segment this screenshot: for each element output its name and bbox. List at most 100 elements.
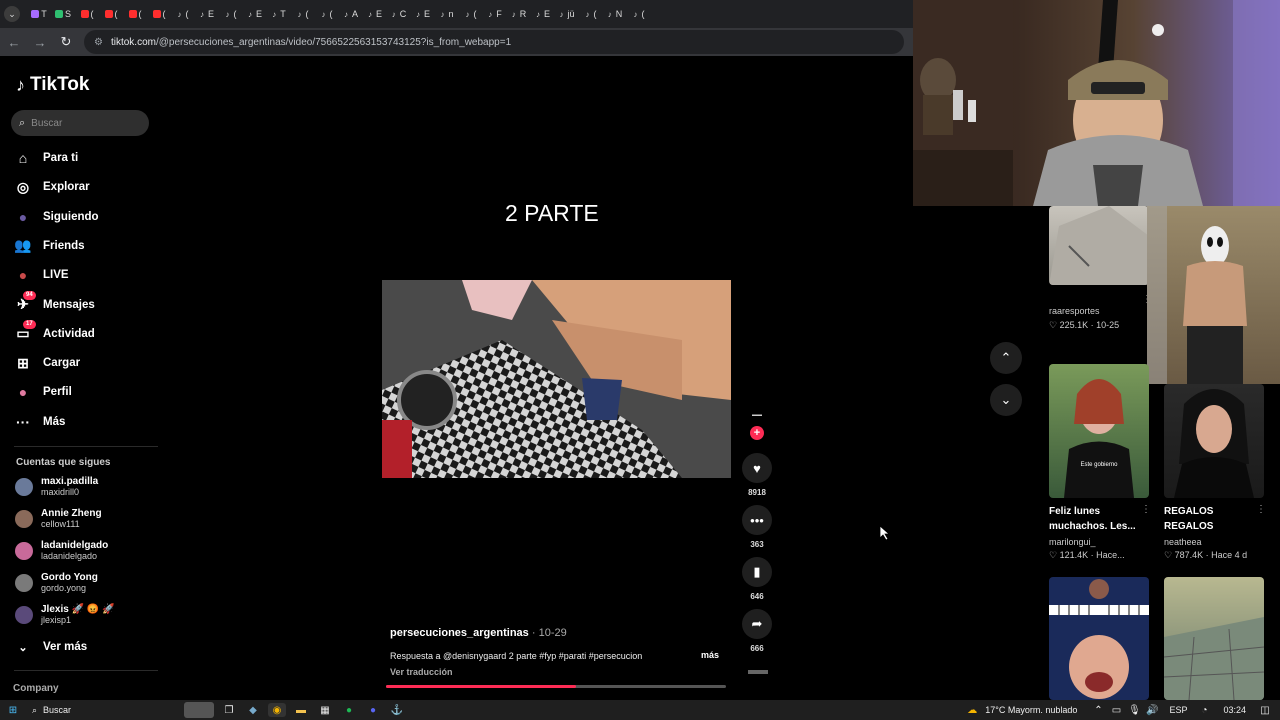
- browser-tab[interactable]: ♪ C: [388, 5, 410, 23]
- translate-link[interactable]: Ver traducción: [390, 667, 453, 677]
- sidebar-item-cargar[interactable]: ⊞ Cargar: [15, 352, 80, 374]
- widget-icon[interactable]: [184, 702, 214, 718]
- address-bar[interactable]: ⚙ tiktok.com /@persecuciones_argentinas/…: [84, 30, 904, 54]
- site-info-icon[interactable]: ⚙: [94, 37, 103, 48]
- share-action[interactable]: ➦ 666: [741, 609, 773, 653]
- recommendation-thumb[interactable]: [1147, 206, 1280, 384]
- browser-tab[interactable]: ♪(: [628, 5, 650, 23]
- tab-menu-button[interactable]: ⌄: [4, 6, 20, 22]
- chevron-up-icon[interactable]: ⌃: [1089, 703, 1107, 717]
- kebab-icon[interactable]: ⋮: [1256, 504, 1266, 515]
- sidebar-item-friends[interactable]: 👥 Friends: [14, 235, 84, 257]
- reload-icon[interactable]: ↻: [54, 30, 78, 54]
- comment-action[interactable]: ••• 363: [741, 505, 773, 549]
- see-more-button[interactable]: ⌄ Ver más: [15, 636, 87, 658]
- browser-tab[interactable]: ♪ R: [508, 5, 530, 23]
- browser-tab[interactable]: ♪(: [460, 5, 482, 23]
- music-disc-icon[interactable]: [748, 670, 768, 674]
- forward-icon[interactable]: →: [28, 30, 52, 54]
- browser-tab[interactable]: ♪(: [172, 5, 194, 23]
- weather-text[interactable]: 17°C Mayorm. nublado: [985, 705, 1077, 715]
- taskbar-search[interactable]: ⌕ Buscar: [32, 705, 152, 716]
- recommendation-thumb[interactable]: [1164, 577, 1264, 700]
- sidebar-item-live[interactable]: ● LIVE: [15, 264, 69, 286]
- network-icon[interactable]: ▭: [1107, 703, 1125, 717]
- sidebar-item-actividad[interactable]: ▭ 17 Actividad: [15, 319, 95, 345]
- recommendation-thumb[interactable]: Este gobierno: [1049, 364, 1149, 498]
- notifications-icon[interactable]: ◫: [1256, 703, 1274, 717]
- app-icon[interactable]: ⚓: [388, 703, 406, 717]
- heart-icon[interactable]: ♥: [742, 453, 772, 483]
- following-account[interactable]: Annie Zheng cellow111: [15, 508, 102, 529]
- browser-tab[interactable]: ♪ n: [436, 5, 458, 23]
- spotify-icon[interactable]: ●: [340, 703, 358, 717]
- sidebar-item-explorar[interactable]: ◎ Explorar: [15, 176, 90, 198]
- chrome-icon[interactable]: ◉: [268, 703, 286, 717]
- browser-tab[interactable]: ♪ E: [244, 5, 266, 23]
- recommendation-thumb[interactable]: [1049, 577, 1149, 700]
- video-progress-bar[interactable]: [386, 685, 726, 688]
- following-account[interactable]: maxi.padilla maxidrill0: [15, 476, 98, 497]
- volume-icon[interactable]: 🔊: [1143, 703, 1161, 717]
- browser-tab[interactable]: ♪(: [316, 5, 338, 23]
- language-indicator[interactable]: ESP: [1169, 705, 1187, 715]
- rec-user[interactable]: neatheea: [1164, 537, 1202, 547]
- browser-tab[interactable]: (: [76, 5, 98, 23]
- browser-tab[interactable]: ♪ E: [196, 5, 218, 23]
- video-player[interactable]: [382, 280, 731, 478]
- browser-tab[interactable]: ♪ E: [412, 5, 434, 23]
- browser-tab[interactable]: ♪(: [292, 5, 314, 23]
- browser-tab[interactable]: ♪ E: [532, 5, 554, 23]
- sidebar-item-siguiendo[interactable]: ● Siguiendo: [15, 206, 99, 228]
- sidebar-item-m-s[interactable]: ··· Más: [15, 411, 65, 433]
- next-video-button[interactable]: ⌄: [990, 384, 1022, 416]
- discord-icon[interactable]: ●: [364, 703, 382, 717]
- tiktok-logo[interactable]: ♪ TikTok: [16, 74, 89, 96]
- following-account[interactable]: ladanidelgado ladanidelgado: [15, 540, 108, 561]
- save-action[interactable]: ▮ 646: [741, 557, 773, 601]
- sidebar-item-perfil[interactable]: ● Perfil: [15, 381, 72, 403]
- browser-tab[interactable]: ♪ jü: [556, 5, 578, 23]
- browser-tab[interactable]: ♪ A: [340, 5, 362, 23]
- sidebar-item-mensajes[interactable]: ✈ 94 Mensajes: [15, 290, 95, 316]
- rec-title[interactable]: Feliz lunes muchachos. Les...: [1049, 504, 1149, 534]
- rec-user[interactable]: raaresportes: [1049, 306, 1100, 316]
- bookmark-icon[interactable]: ▮: [742, 557, 772, 587]
- video-author[interactable]: persecuciones_argentinas · 10-29: [390, 627, 567, 639]
- rec-title[interactable]: REGALOS REGALOS: [1164, 504, 1234, 534]
- following-account[interactable]: Gordo Yong gordo.yong: [15, 572, 98, 593]
- kebab-icon[interactable]: ⋮: [1141, 504, 1151, 515]
- author-avatar-small[interactable]: ▬▬: [746, 412, 768, 422]
- recommendation-thumb[interactable]: [1049, 206, 1149, 285]
- clock[interactable]: 03:24: [1223, 705, 1246, 715]
- task-view-icon[interactable]: ❐: [220, 703, 238, 717]
- browser-tab[interactable]: ♪ F: [484, 5, 506, 23]
- copilot-icon[interactable]: ◆: [244, 703, 262, 717]
- file-explorer-icon[interactable]: ▬: [292, 703, 310, 717]
- previous-video-button[interactable]: ⌃: [990, 342, 1022, 374]
- browser-tab[interactable]: (: [148, 5, 170, 23]
- follow-button[interactable]: +: [750, 426, 764, 440]
- browser-tab[interactable]: ♪(: [220, 5, 242, 23]
- browser-tab[interactable]: (: [100, 5, 122, 23]
- share-icon[interactable]: ➦: [742, 609, 772, 639]
- browser-tab[interactable]: (: [124, 5, 146, 23]
- browser-tab[interactable]: T: [28, 5, 50, 23]
- back-icon[interactable]: ←: [2, 30, 26, 54]
- browser-tab[interactable]: ♪ T: [268, 5, 290, 23]
- sidebar-item-para-ti[interactable]: ⌂ Para ti: [15, 147, 78, 169]
- browser-tab[interactable]: ♪ N: [604, 5, 626, 23]
- browser-tab[interactable]: S: [52, 5, 74, 23]
- browser-tab[interactable]: ♪(: [580, 5, 602, 23]
- search-input[interactable]: ⌕ Buscar: [11, 110, 149, 136]
- recommendation-thumb[interactable]: [1164, 384, 1264, 498]
- browser-tab[interactable]: ♪ E: [364, 5, 386, 23]
- rec-user[interactable]: marilongui_: [1049, 537, 1096, 547]
- store-icon[interactable]: ▦: [316, 703, 334, 717]
- like-action[interactable]: ♥ 8918: [741, 453, 773, 497]
- following-account[interactable]: Jlexis 🚀 😡 🚀 jlexisp1: [15, 604, 115, 625]
- windows-start-icon[interactable]: ⊞: [4, 703, 22, 717]
- wifi-icon[interactable]: ◔: [1195, 703, 1213, 717]
- comment-icon[interactable]: •••: [742, 505, 772, 535]
- more-button[interactable]: más: [701, 650, 719, 660]
